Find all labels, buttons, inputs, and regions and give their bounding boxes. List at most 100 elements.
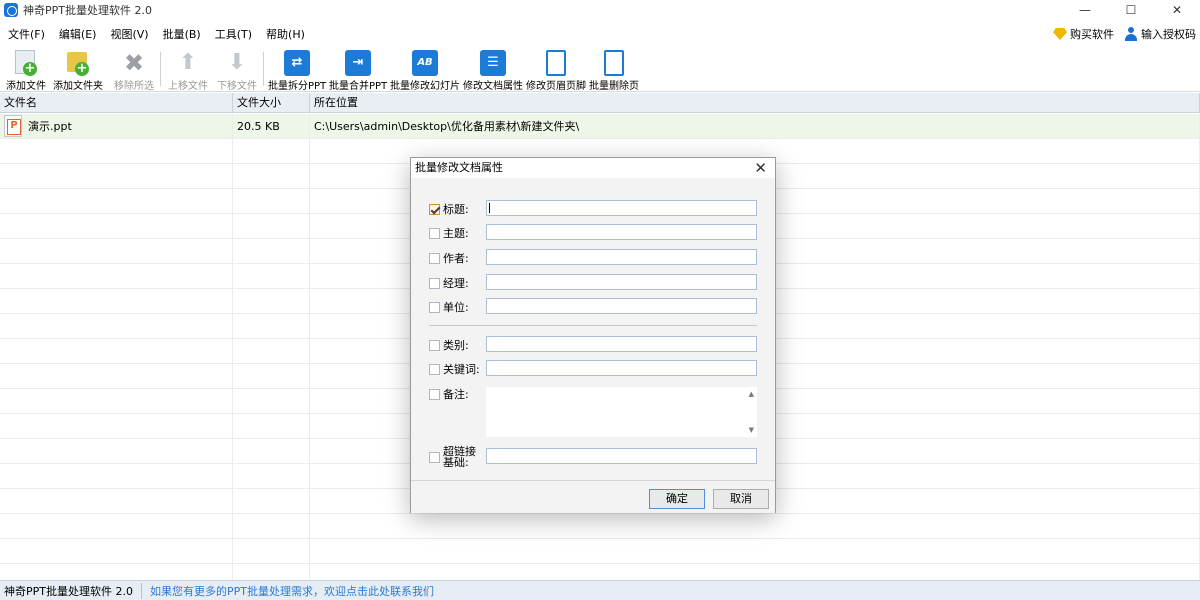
add-file-icon: + <box>13 50 39 76</box>
subject-label: 主题: <box>443 227 469 240</box>
contact-us-link[interactable]: 如果您有更多的PPT批量处理需求，欢迎点击此处联系我们 <box>142 583 434 599</box>
dialog-title: 批量修改文档属性 <box>415 161 503 174</box>
modify-properties-button[interactable]: ☰ 修改文档属性 <box>463 50 523 92</box>
remove-icon: ✖ <box>123 49 145 77</box>
title-input[interactable] <box>486 200 757 216</box>
add-file-label: 添加文件 <box>6 81 46 92</box>
subject-checkbox[interactable] <box>429 227 440 239</box>
hyperlink-base-checkbox[interactable] <box>429 451 440 463</box>
modify-properties-label: 修改文档属性 <box>463 81 523 92</box>
modify-header-footer-label: 修改页眉页脚 <box>526 81 586 92</box>
subject-input[interactable] <box>486 224 757 240</box>
add-folder-label: 添加文件夹 <box>53 81 103 92</box>
column-header-name[interactable]: 文件名 <box>0 93 233 113</box>
author-label: 作者: <box>443 252 469 265</box>
arrow-up-icon: ⬆ <box>178 50 198 75</box>
comments-label: 备注: <box>443 388 469 401</box>
file-name-text: 演示.ppt <box>28 119 72 133</box>
title-bar: 神奇PPT批量处理软件 2.0 — ☐ ✕ <box>0 0 1200 20</box>
dialog-close-button[interactable]: ✕ <box>754 158 767 178</box>
empty-row <box>0 513 1200 539</box>
company-input[interactable] <box>486 298 757 314</box>
scroll-down-arrow-icon[interactable]: ▼ <box>749 426 754 434</box>
delete-page-icon <box>604 50 624 76</box>
hyperlink-base-label-line2: 基础: <box>443 456 469 469</box>
ppt-file-icon <box>4 115 22 137</box>
cancel-button[interactable]: 取消 <box>713 489 769 509</box>
add-file-button[interactable]: + 添加文件 <box>5 50 47 92</box>
minimize-button[interactable]: — <box>1062 0 1108 20</box>
title-checkbox[interactable] <box>429 203 440 215</box>
author-checkbox[interactable] <box>429 252 440 264</box>
close-window-button[interactable]: ✕ <box>1154 0 1200 20</box>
split-icon: ⇄ <box>284 50 310 76</box>
text-caret <box>489 203 490 213</box>
move-up-button[interactable]: ⬆ 上移文件 <box>166 50 210 92</box>
batch-merge-button[interactable]: ⇥ 批量合并PPT <box>329 50 388 92</box>
move-down-button[interactable]: ⬇ 下移文件 <box>215 50 259 92</box>
category-checkbox[interactable] <box>429 339 440 351</box>
field-row-subject: 主题: <box>429 225 469 241</box>
add-folder-button[interactable]: + 添加文件夹 <box>52 50 104 92</box>
move-down-label: 下移文件 <box>217 81 257 92</box>
account-links: 购买软件 输入授权码 <box>1043 24 1196 44</box>
enter-license-label: 输入授权码 <box>1141 28 1196 41</box>
menu-batch[interactable]: 批量(B) <box>163 26 201 42</box>
field-row-title: 标题: <box>429 201 469 217</box>
company-label: 单位: <box>443 301 469 314</box>
scroll-up-arrow-icon[interactable]: ▲ <box>749 390 754 398</box>
ok-button[interactable]: 确定 <box>649 489 705 509</box>
batch-split-label: 批量拆分PPT <box>268 81 327 92</box>
hyperlink-base-label: 超链接 基础: <box>443 446 476 468</box>
batch-split-button[interactable]: ⇄ 批量拆分PPT <box>268 50 327 92</box>
enter-license-link[interactable]: 输入授权码 <box>1124 26 1196 42</box>
modify-properties-dialog: 批量修改文档属性 ✕ 标题: 主题: 作者: 经理: 单位: 类别: 关键词: … <box>410 157 776 513</box>
dialog-footer: 确定 取消 <box>411 480 775 513</box>
comments-checkbox[interactable] <box>429 388 440 400</box>
comments-textarea[interactable]: ▲ ▼ <box>486 387 757 437</box>
menu-help[interactable]: 帮助(H) <box>266 26 305 42</box>
header-footer-icon <box>546 50 566 76</box>
cell-file-size: 20.5 KB <box>233 113 310 139</box>
field-row-category: 类别: <box>429 337 469 353</box>
hyperlink-base-input[interactable] <box>486 448 757 464</box>
company-checkbox[interactable] <box>429 301 440 313</box>
arrow-down-icon: ⬇ <box>227 50 247 75</box>
properties-list-icon: ☰ <box>480 50 506 76</box>
menu-view[interactable]: 视图(V) <box>110 26 148 42</box>
manager-label: 经理: <box>443 277 469 290</box>
column-header-size[interactable]: 文件大小 <box>233 93 310 113</box>
title-label: 标题: <box>443 203 469 216</box>
maximize-button[interactable]: ☐ <box>1108 0 1154 20</box>
menu-file[interactable]: 文件(F) <box>8 26 45 42</box>
status-app-name: 神奇PPT批量处理软件 2.0 <box>0 582 142 599</box>
slides-icon: AB <box>412 50 438 76</box>
remove-selected-button[interactable]: ✖ 移除所选 <box>112 49 156 92</box>
author-input[interactable] <box>486 249 757 265</box>
field-row-comments: 备注: <box>429 386 469 402</box>
manager-input[interactable] <box>486 274 757 290</box>
table-row[interactable]: 演示.ppt 20.5 KB C:\Users\admin\Desktop\优化… <box>0 113 1200 139</box>
cell-file-name: 演示.ppt <box>0 113 233 139</box>
field-row-company: 单位: <box>429 299 469 315</box>
manager-checkbox[interactable] <box>429 277 440 289</box>
cell-file-path: C:\Users\admin\Desktop\优化备用素材\新建文件夹\ <box>310 113 1200 139</box>
menu-edit[interactable]: 编辑(E) <box>59 26 97 42</box>
field-row-author: 作者: <box>429 250 469 266</box>
category-input[interactable] <box>486 336 757 352</box>
window-title: 神奇PPT批量处理软件 2.0 <box>23 4 152 17</box>
keywords-checkbox[interactable] <box>429 363 440 375</box>
keywords-input[interactable] <box>486 360 757 376</box>
category-label: 类别: <box>443 339 469 352</box>
batch-modify-slides-button[interactable]: AB 批量修改幻灯片 <box>390 50 460 92</box>
batch-modify-slides-label: 批量修改幻灯片 <box>390 81 460 92</box>
diamond-icon <box>1053 28 1067 40</box>
user-icon <box>1124 27 1138 41</box>
menu-tools[interactable]: 工具(T) <box>215 26 252 42</box>
column-header-path[interactable]: 所在位置 <box>310 93 1200 113</box>
modify-header-footer-button[interactable]: 修改页眉页脚 <box>526 50 586 92</box>
batch-merge-label: 批量合并PPT <box>329 81 388 92</box>
buy-software-link[interactable]: 购买软件 <box>1053 26 1114 42</box>
field-row-hyperlink-base: 超链接 基础: <box>429 445 476 469</box>
batch-delete-pages-button[interactable]: 批量删除页 <box>589 50 639 92</box>
